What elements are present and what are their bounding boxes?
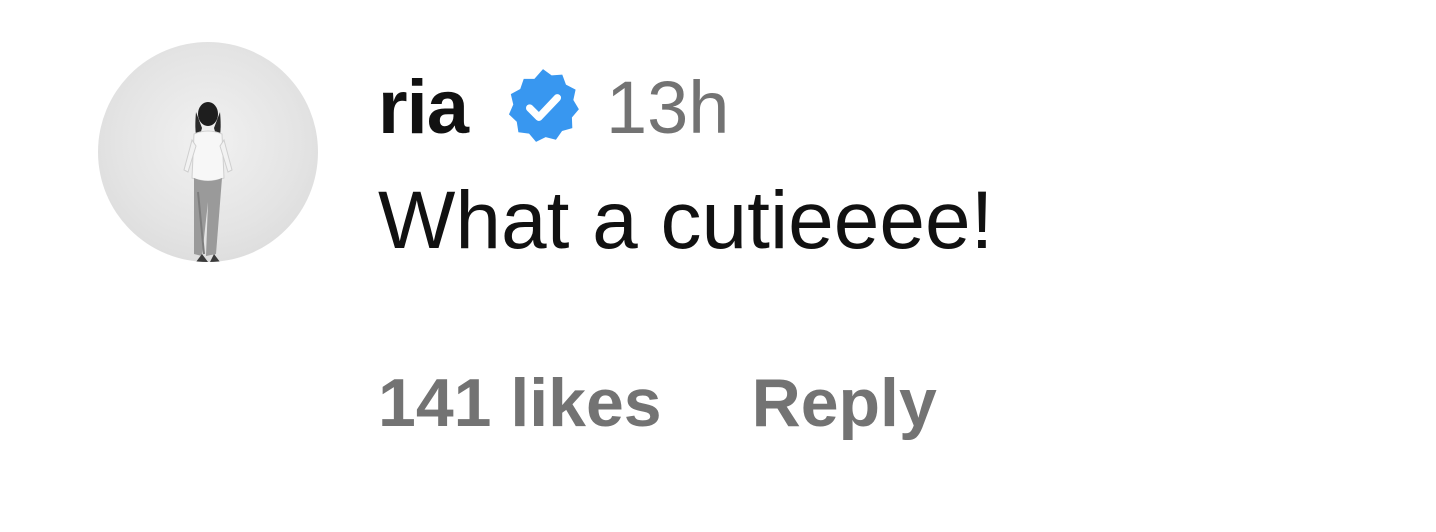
comment-content: ria 13h What a cutieeee!: [378, 52, 993, 268]
username-link[interactable]: ria: [378, 64, 469, 151]
comment-text: What a cutieeee!: [378, 175, 994, 266]
avatar-figure-image: [183, 102, 233, 262]
reply-button[interactable]: Reply: [752, 364, 937, 442]
comment-header: ria 13h: [378, 52, 993, 162]
comment-timestamp: 13h: [605, 65, 730, 149]
avatar[interactable]: [98, 42, 318, 262]
likes-count-link[interactable]: 141 likes: [378, 364, 662, 442]
comment-actions: 141 likes Reply: [378, 364, 937, 442]
comment-item: ria 13h What a cutieeee! 141 likes Reply: [0, 0, 1436, 532]
verified-badge-icon: [502, 66, 584, 148]
